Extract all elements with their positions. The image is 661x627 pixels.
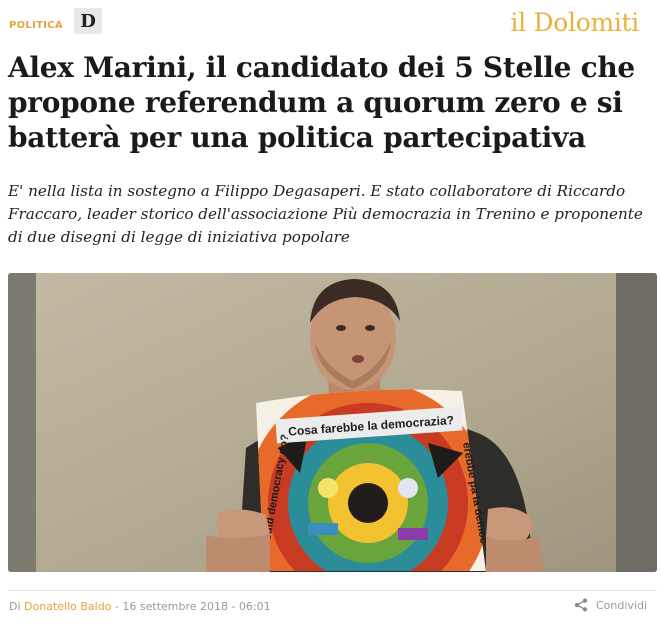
article-title: Alex Marini, il candidato dei 5 Stelle c… <box>8 51 635 154</box>
share-button[interactable]: Condividi <box>574 598 647 612</box>
section-tag[interactable]: POLITICA <box>9 20 63 31</box>
meta-divider <box>8 590 657 591</box>
byline: Di Donatello Baldo - 16 settembre 2018 -… <box>9 600 271 613</box>
publish-date: - 16 settembre 2018 - 06:01 <box>111 600 271 613</box>
share-label: Condividi <box>595 598 647 612</box>
author-link[interactable]: Donatello Baldo <box>24 600 111 613</box>
site-header: POLITICA D il Dolomiti <box>0 0 661 44</box>
site-logo-icon[interactable]: D <box>74 8 102 34</box>
brand-logo[interactable]: il Dolomiti <box>510 8 639 37</box>
article-subtitle: E' nella lista in sostegno a Filippo Deg… <box>8 182 643 246</box>
share-icon <box>574 598 588 612</box>
article-photo: Cosa farebbe la democrazia? ould democra… <box>8 273 657 572</box>
byline-prefix: Di <box>9 600 25 613</box>
